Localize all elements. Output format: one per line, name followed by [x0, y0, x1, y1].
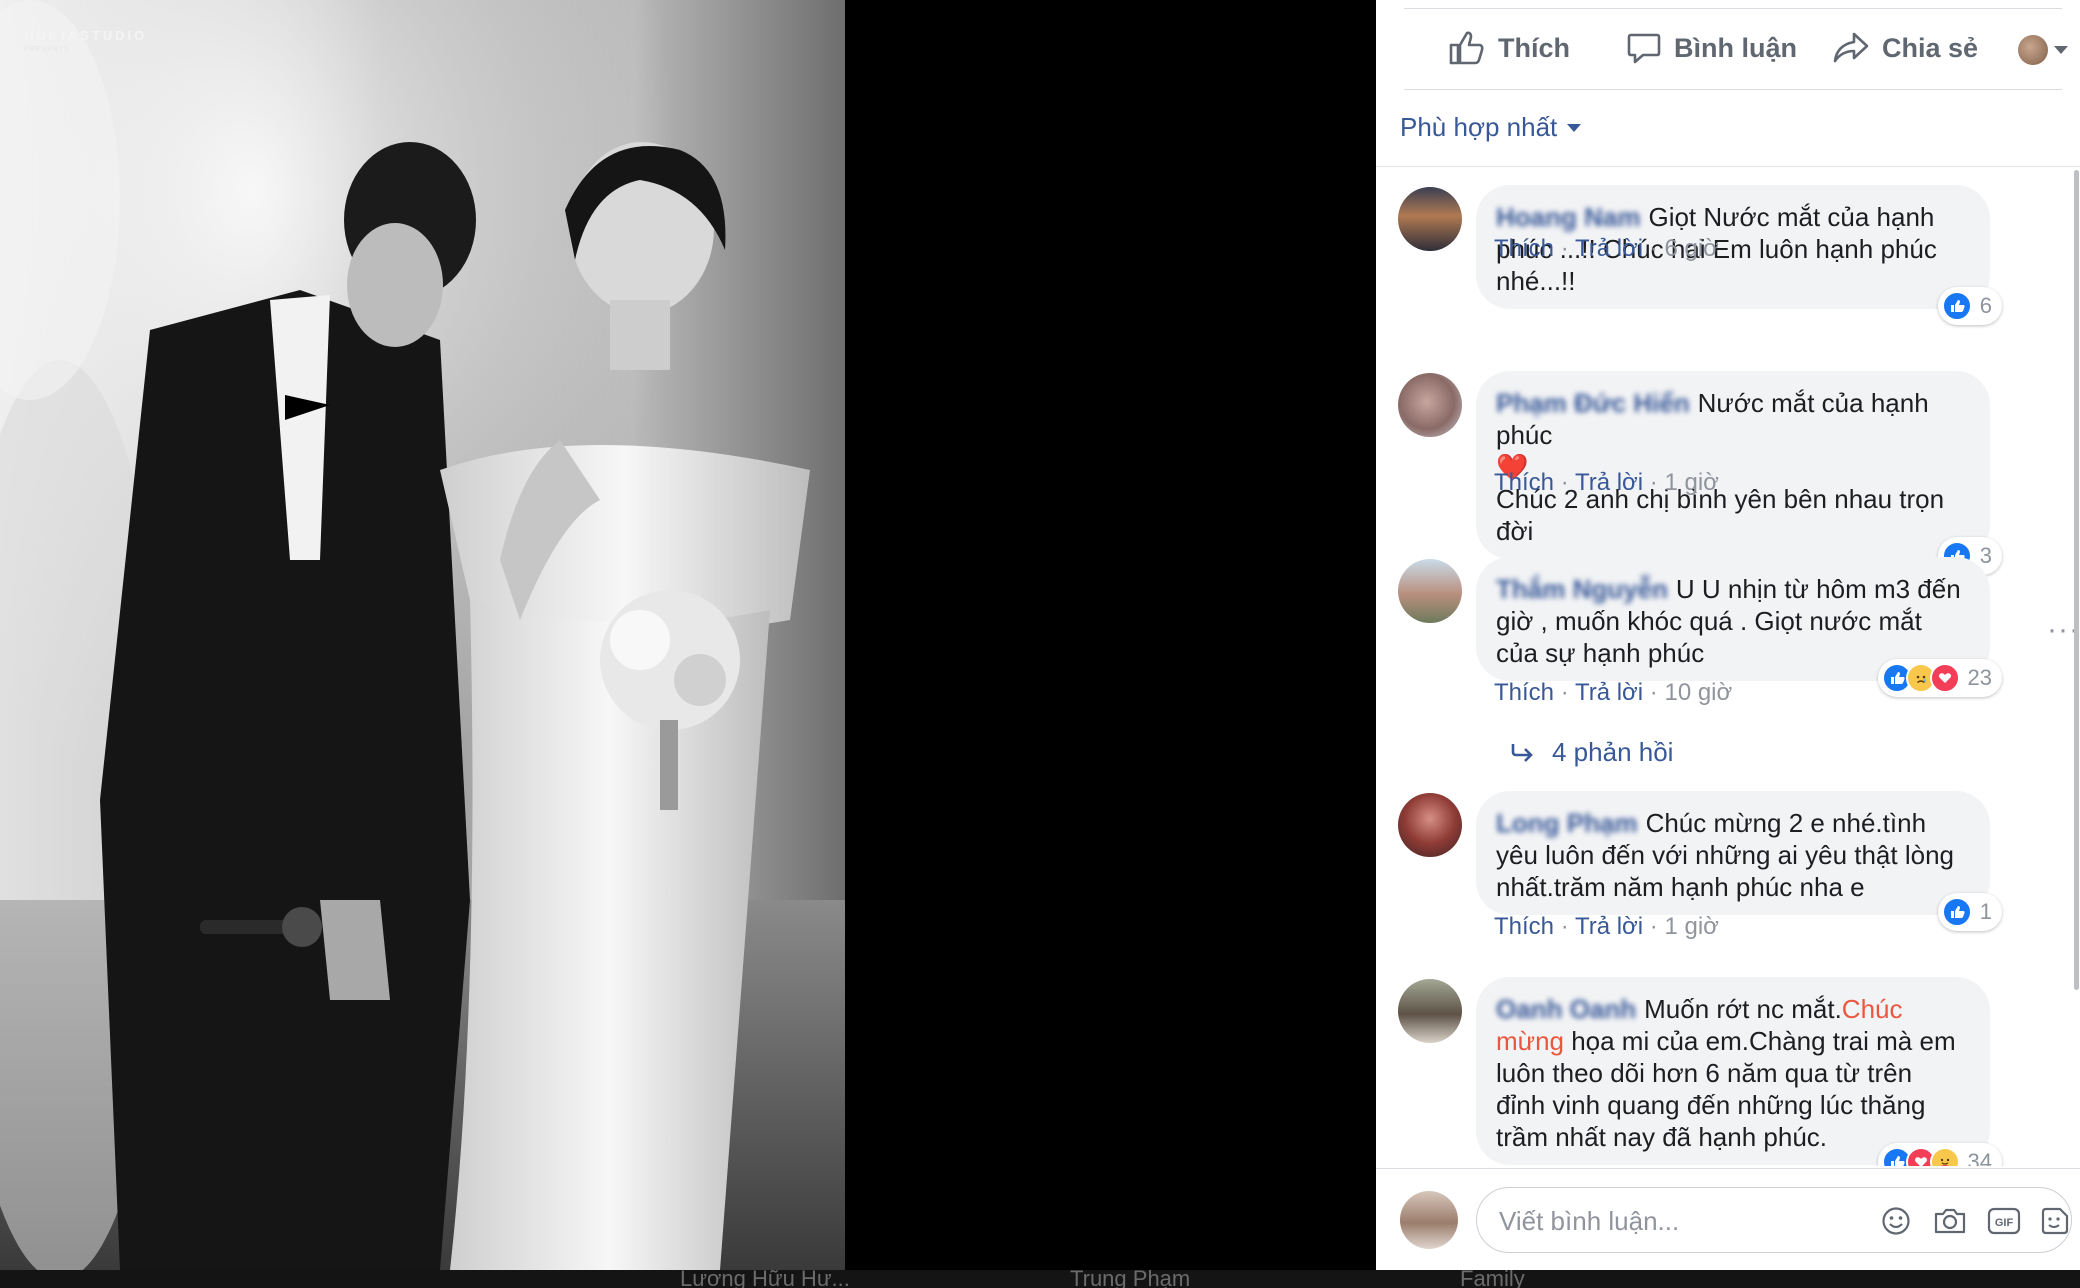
comment-like-link[interactable]: Thích — [1494, 679, 1554, 706]
panel-scrollbar[interactable] — [2074, 170, 2079, 990]
svg-text:GIF: GIF — [1995, 1217, 2014, 1229]
comment-like-link[interactable]: Thích — [1494, 469, 1554, 496]
sticker-icon[interactable] — [2037, 1204, 2071, 1238]
commenter-avatar[interactable] — [1398, 979, 1462, 1043]
reaction-summary[interactable]: 34 — [1877, 1143, 2002, 1166]
like-reaction-icon — [1941, 291, 1972, 321]
current-user-avatar — [1400, 1191, 1458, 1249]
profile-avatar — [2018, 35, 2048, 65]
chat-tab[interactable]: Lương Hữu Hư... — [680, 1270, 850, 1288]
separator: · — [1560, 913, 1575, 940]
separator: · — [1649, 679, 1665, 706]
comment-time[interactable]: 1 giờ — [1664, 913, 1718, 940]
comment-button-label: Bình luận — [1674, 32, 1797, 63]
comment-meta: Thích · Trả lời · 1 giờ — [1494, 469, 1719, 497]
caret-down-icon — [1567, 123, 1582, 132]
comment-meta: Thích · Trả lời · 6 giờ — [1494, 235, 1719, 263]
commenter-avatar[interactable] — [1398, 187, 1462, 251]
reaction-count: 6 — [1979, 293, 1992, 318]
comment-composer: GIF — [1376, 1168, 2080, 1270]
comment-author[interactable]: Hoang Nam — [1496, 202, 1640, 232]
comment-time[interactable]: 1 giờ — [1664, 469, 1718, 496]
camera-icon[interactable] — [1933, 1204, 1967, 1238]
thumbs-up-icon — [1449, 31, 1484, 65]
share-arrow-icon — [1833, 32, 1869, 63]
separator: · — [1649, 469, 1665, 496]
chat-bar-strip: Lương Hữu Hư... Trung Phạm Family — [0, 1270, 2080, 1288]
comment-text: Muốn rớt nc mắt. — [1644, 994, 1842, 1024]
reaction-summary[interactable]: 1 — [1937, 893, 2002, 931]
comment-reply-link[interactable]: Trả lời — [1575, 679, 1643, 706]
love-reaction-icon — [1929, 663, 1960, 693]
separator: · — [1560, 235, 1575, 262]
studio-watermark-sub: PRESENTS — [24, 46, 70, 53]
comment-reply-link[interactable]: Trả lời — [1575, 469, 1643, 496]
care-reaction-icon — [1929, 1147, 1960, 1166]
emoji-icon[interactable] — [1879, 1204, 1913, 1238]
comment-reply-link[interactable]: Trả lời — [1575, 235, 1643, 262]
like-button-label: Thích — [1498, 32, 1570, 63]
separator: · — [1560, 679, 1575, 706]
view-replies-link[interactable]: 4 phản hồi — [1510, 737, 1673, 768]
comment-like-link[interactable]: Thích — [1494, 235, 1554, 262]
comment-author[interactable]: Oanh Oanh — [1496, 994, 1636, 1024]
comments-panel: Thích Bình luận Chia sẻ Phù hợp nhất Hoa… — [1376, 0, 2080, 1270]
wedding-photo[interactable]: NUKIASTUDIO PRESENTS — [0, 0, 845, 1270]
comment-author[interactable]: Long Phạm — [1496, 808, 1638, 838]
comment-time[interactable]: 10 giờ — [1664, 679, 1732, 706]
caret-down-icon — [2054, 46, 2068, 54]
chat-tab[interactable]: Family — [1460, 1270, 1525, 1288]
separator: · — [1560, 469, 1575, 496]
comment-button[interactable]: Bình luận — [1626, 28, 1797, 68]
commenter-avatar[interactable] — [1398, 793, 1462, 857]
comment-bubble: Long Phạm Chúc mừng 2 e nhé.tình yêu luôn… — [1476, 791, 2002, 931]
separator: · — [1649, 913, 1665, 940]
reaction-count: 23 — [1967, 665, 1992, 690]
share-button-label: Chia sẻ — [1882, 32, 1979, 63]
comment-time[interactable]: 6 giờ — [1664, 235, 1718, 262]
like-button[interactable]: Thích — [1448, 28, 1570, 68]
sort-label: Phù hợp nhất — [1400, 112, 1558, 142]
reaction-summary[interactable]: 6 — [1937, 287, 2002, 325]
comment-list: Hoang Nam Giọt Nước mắt của hạnh phúc ...… — [1376, 166, 2080, 1166]
comment-bubble: Oanh Oanh Muốn rớt nc mắt.Chúc mừng họa m… — [1476, 977, 2002, 1166]
post-as-selector[interactable] — [2018, 30, 2068, 70]
reply-arrow-icon — [1511, 743, 1533, 762]
comment-bubble: Phạm Đức Hiển Nước mắt của hạnh phúc ❤️ C… — [1476, 371, 2002, 575]
reaction-count: 1 — [1979, 899, 1992, 924]
comment-sort-dropdown[interactable]: Phù hợp nhất — [1400, 112, 1582, 143]
action-bar: Thích Bình luận Chia sẻ — [1404, 0, 2068, 90]
comment-like-link[interactable]: Thích — [1494, 913, 1554, 940]
commenter-avatar[interactable] — [1398, 373, 1462, 437]
photo-viewer: NUKIASTUDIO PRESENTS — [0, 0, 1376, 1270]
separator: · — [1649, 235, 1665, 262]
reaction-summary[interactable]: 23 — [1877, 659, 2002, 697]
top-divider — [1404, 8, 2062, 9]
reaction-count: 34 — [1967, 1149, 1992, 1166]
studio-watermark: NUKIASTUDIO — [24, 28, 148, 43]
comment-input[interactable] — [1499, 1204, 1839, 1238]
share-button[interactable]: Chia sẻ — [1832, 28, 1978, 68]
comment-reply-link[interactable]: Trả lời — [1575, 913, 1643, 940]
comment-input-box[interactable]: GIF — [1476, 1187, 2072, 1253]
reaction-count: 3 — [1979, 543, 1992, 568]
gif-icon[interactable]: GIF — [1987, 1204, 2021, 1238]
speech-bubble-icon — [1627, 33, 1661, 64]
like-reaction-icon — [1941, 897, 1972, 927]
comment-meta: Thích · Trả lời · 1 giờ — [1494, 913, 1719, 941]
comment-author[interactable]: Phạm Đức Hiển — [1496, 388, 1690, 418]
comment-meta: Thích · Trả lời · 10 giờ — [1494, 679, 1732, 707]
replies-count-label: 4 phản hồi — [1552, 737, 1674, 767]
comment-text: họa mi của em.Chàng trai mà em luôn theo… — [1496, 1026, 1956, 1152]
comment-bubble: Thắm Nguyễn U U nhịn từ hôm m3 đến giờ , … — [1476, 557, 2002, 697]
chat-tab[interactable]: Trung Phạm — [1070, 1270, 1190, 1288]
commenter-avatar[interactable] — [1398, 559, 1462, 623]
comment-author[interactable]: Thắm Nguyễn — [1496, 574, 1668, 604]
